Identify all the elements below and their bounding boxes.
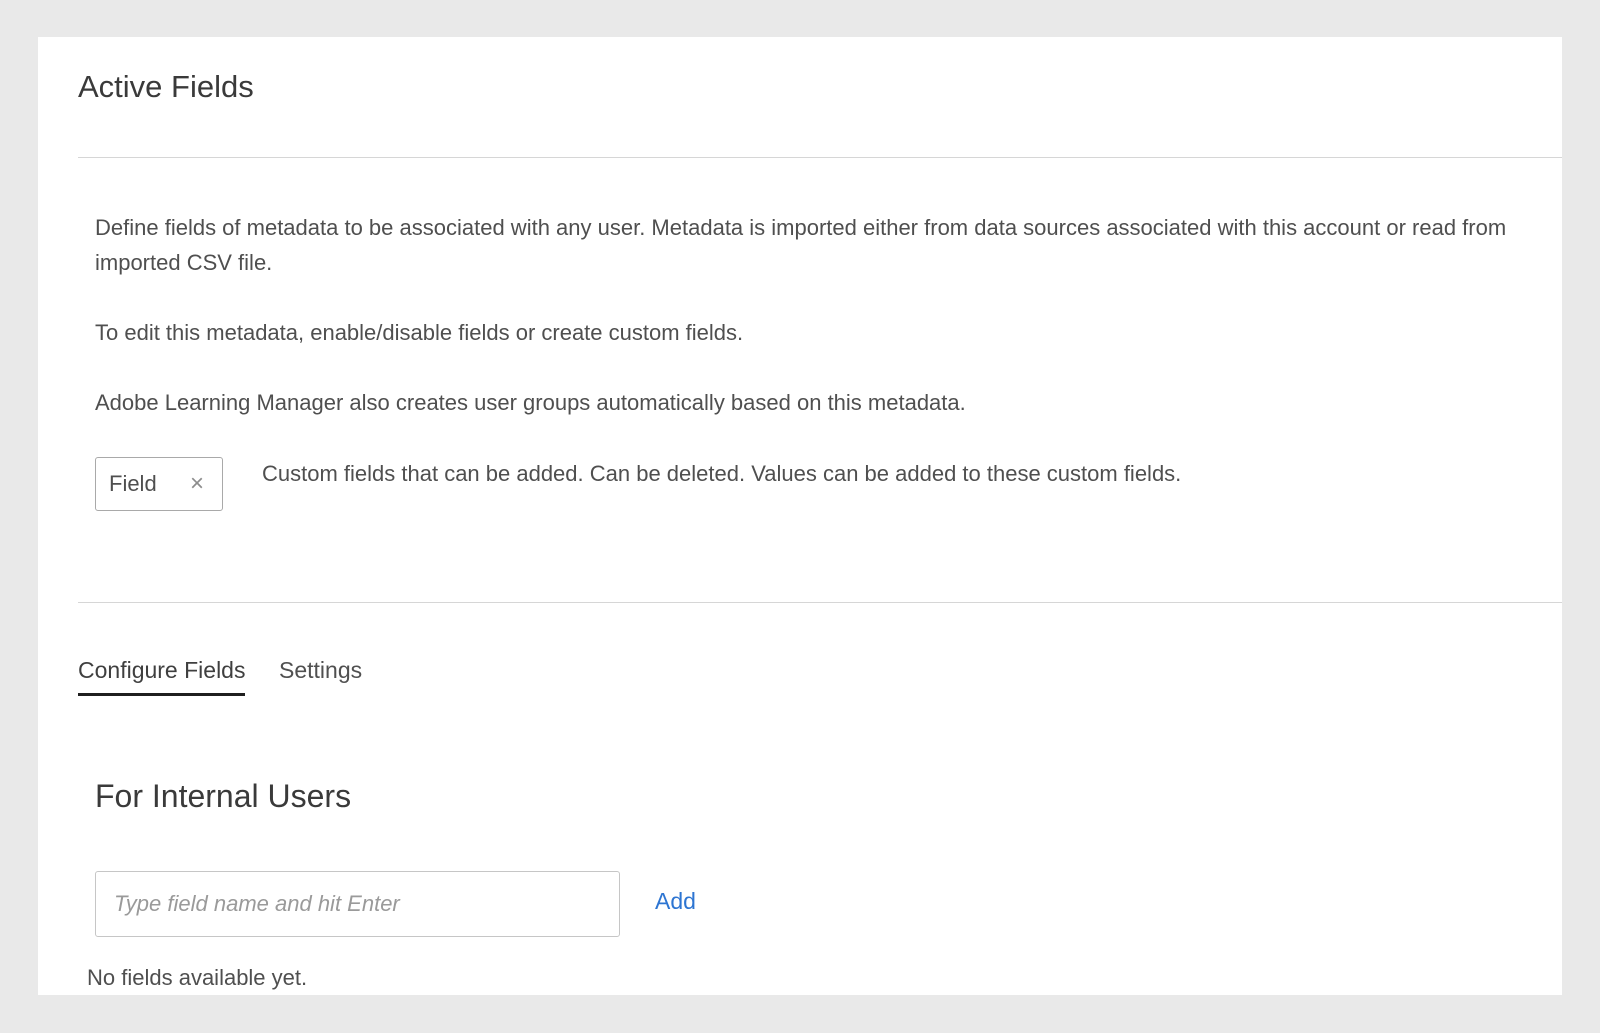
field-name-input[interactable]	[95, 871, 620, 937]
field-chip-example: Field ×	[95, 457, 223, 511]
active-fields-panel: Active Fields Define fields of metadata …	[38, 37, 1562, 995]
field-chip-label: Field	[109, 471, 157, 496]
tab-settings[interactable]: Settings	[279, 655, 362, 685]
close-icon: ×	[189, 470, 204, 497]
description-line-2: imported CSV file.	[95, 250, 273, 275]
tab-configure-fields[interactable]: Configure Fields	[78, 655, 246, 696]
section-divider	[78, 602, 1562, 603]
page-title: Active Fields	[78, 69, 254, 104]
description-line-1: Define fields of metadata to be associat…	[95, 215, 1507, 240]
description-paragraph-2: To edit this metadata, enable/disable fi…	[95, 320, 744, 345]
description-paragraph-3: Adobe Learning Manager also creates user…	[95, 390, 966, 415]
internal-users-heading: For Internal Users	[95, 778, 352, 814]
custom-field-legend-note: Custom fields that can be added. Can be …	[262, 461, 1182, 486]
description-paragraph-1: Define fields of metadata to be associat…	[95, 210, 1506, 280]
add-field-link[interactable]: Add	[655, 888, 696, 915]
empty-fields-message: No fields available yet.	[87, 965, 308, 990]
header-divider	[78, 157, 1562, 158]
